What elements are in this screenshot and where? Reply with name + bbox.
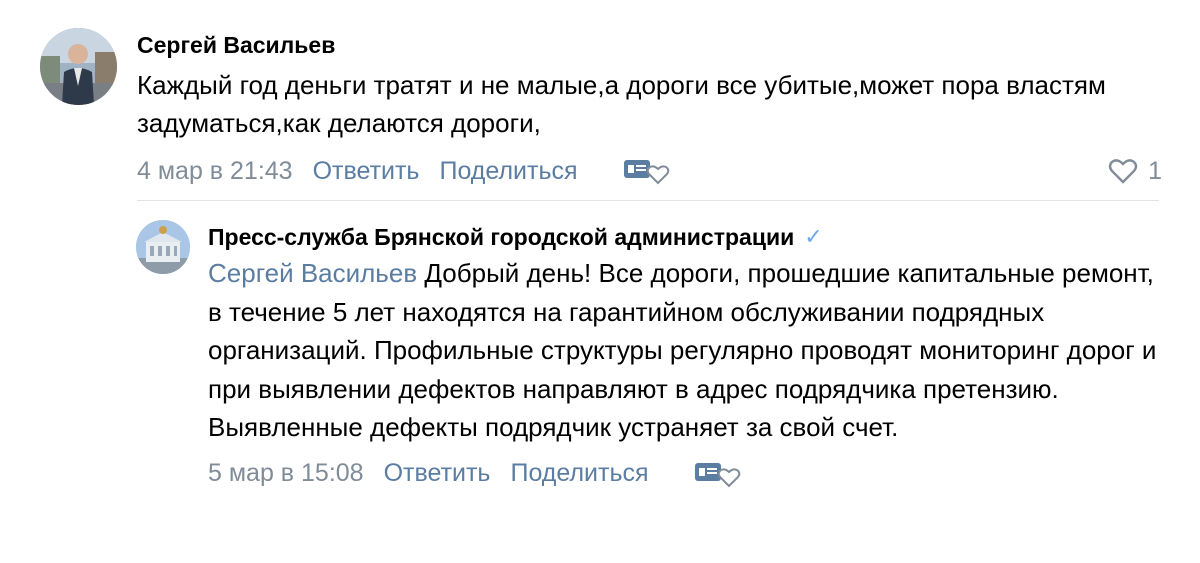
comments-thread: Сергей Васильев Каждый год деньги тратят… (0, 0, 1200, 563)
reply-button[interactable]: Ответить (313, 157, 420, 186)
like-count: 1 (1148, 156, 1162, 185)
avatar[interactable] (40, 28, 117, 105)
comment-body: Сергей Васильев Каждый год деньги тратят… (137, 28, 1162, 190)
avatar-photo (136, 220, 190, 274)
comment-text: Каждый год деньги тратят и не малые,а до… (137, 70, 1106, 138)
comment-date[interactable]: 4 мар в 21:43 (137, 157, 293, 186)
reply-author[interactable]: Пресс-служба Брянской городской админист… (208, 220, 794, 254)
share-button[interactable]: Поделиться (510, 459, 648, 488)
reply-meta: 5 мар в 15:08 Ответить Поделиться (208, 455, 1166, 493)
share-button[interactable]: Поделиться (439, 157, 577, 186)
comment-author[interactable]: Сергей Васильев (137, 28, 1162, 62)
mention-link[interactable]: Сергей Васильев (208, 258, 417, 288)
reply-date[interactable]: 5 мар в 15:08 (208, 459, 364, 488)
comment-meta: 4 мар в 21:43 Ответить Поделиться 1 (137, 152, 1162, 190)
newspaper-heart-icon[interactable] (693, 459, 741, 489)
reply-text: Сергей Васильев Добрый день! Все дороги,… (208, 254, 1166, 447)
like-button[interactable]: 1 (1108, 152, 1162, 190)
heart-icon (1108, 159, 1138, 184)
newspaper-heart-icon[interactable] (622, 156, 670, 186)
reply-body: Пресс-служба Брянской городской админист… (208, 220, 1166, 493)
reply-author-row: Пресс-служба Брянской городской админист… (208, 220, 1166, 254)
verified-icon: ✓ (804, 224, 823, 249)
divider (137, 200, 1159, 201)
reply-button[interactable]: Ответить (384, 459, 491, 488)
avatar[interactable] (136, 220, 190, 274)
avatar-photo (40, 28, 117, 105)
